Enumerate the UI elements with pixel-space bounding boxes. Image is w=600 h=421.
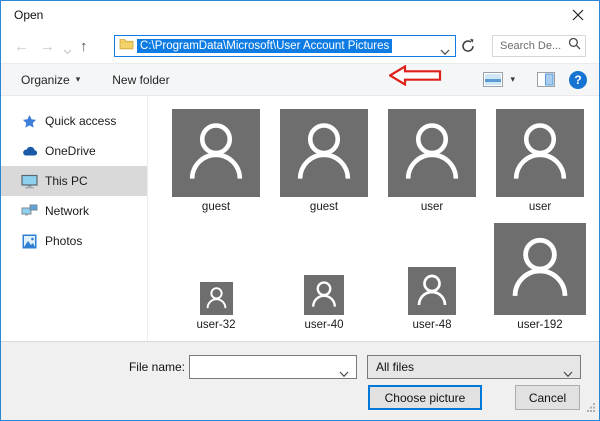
preview-pane-icon[interactable]	[537, 72, 555, 87]
up-icon[interactable]: ↑	[80, 39, 88, 54]
network-icon	[21, 204, 38, 218]
file-name-label: user-192	[517, 319, 562, 331]
file-item[interactable]: user-48	[378, 267, 486, 331]
file-item[interactable]: user-32	[162, 282, 270, 331]
recent-locations-chevron-icon[interactable]	[63, 42, 72, 60]
file-item[interactable]: user	[378, 109, 486, 213]
person-icon	[496, 109, 584, 197]
dialog-body: Quick access OneDrive This PC Network	[1, 96, 599, 341]
file-name-label: guest	[310, 201, 338, 213]
help-icon[interactable]: ?	[569, 71, 587, 89]
sidebar-item-photos[interactable]: Photos	[1, 226, 147, 256]
command-toolbar: Organize ▾ New folder ▾ ?	[1, 63, 599, 96]
file-name-label: user-32	[197, 319, 236, 331]
user-picture-tile	[496, 109, 584, 197]
file-type-chevron-icon[interactable]	[563, 365, 573, 383]
sidebar-item-label: This PC	[45, 174, 88, 188]
address-bar[interactable]: C:\ProgramData\Microsoft\User Account Pi…	[114, 35, 456, 57]
address-path: C:\ProgramData\Microsoft\User Account Pi…	[137, 39, 392, 53]
file-list: guest guest user	[148, 96, 599, 341]
file-name-label: user-40	[305, 319, 344, 331]
resize-grip[interactable]	[587, 399, 596, 417]
user-picture-tile	[408, 267, 456, 315]
file-item[interactable]: user-192	[486, 223, 594, 331]
onedrive-cloud-icon	[21, 145, 38, 157]
user-picture-tile	[304, 275, 344, 315]
person-icon	[388, 109, 476, 197]
organize-button[interactable]: Organize ▾	[21, 73, 80, 87]
person-icon	[172, 109, 260, 197]
window-title: Open	[14, 8, 43, 22]
sidebar-item-label: OneDrive	[45, 144, 96, 158]
close-icon[interactable]	[571, 8, 585, 22]
file-type-value: All files	[376, 360, 414, 374]
views-caret-icon[interactable]: ▾	[510, 74, 515, 85]
file-name-label: guest	[202, 201, 230, 213]
forward-icon[interactable]: →	[40, 39, 55, 54]
file-item[interactable]: guest	[162, 109, 270, 213]
sidebar-item-network[interactable]: Network	[1, 196, 147, 226]
new-folder-label: New folder	[112, 73, 169, 87]
person-icon	[280, 109, 368, 197]
file-name-chevron-icon[interactable]	[339, 365, 349, 383]
folder-icon	[119, 37, 134, 55]
choose-picture-button[interactable]: Choose picture	[368, 385, 482, 410]
sidebar-item-label: Network	[45, 204, 89, 218]
quick-access-star-icon	[21, 114, 38, 129]
user-picture-tile	[388, 109, 476, 197]
search-box[interactable]	[492, 35, 586, 57]
navigation-pane: Quick access OneDrive This PC Network	[1, 96, 148, 341]
annotation-arrow-icon	[389, 65, 442, 86]
sidebar-item-onedrive[interactable]: OneDrive	[1, 136, 147, 166]
organize-label: Organize	[21, 73, 70, 87]
views-thumbnail-icon[interactable]	[483, 72, 503, 87]
file-item[interactable]: guest	[270, 109, 378, 213]
back-icon[interactable]: ←	[14, 39, 29, 54]
search-input[interactable]	[500, 40, 568, 52]
sidebar-item-label: Photos	[45, 234, 82, 248]
person-icon	[494, 223, 586, 315]
cancel-button[interactable]: Cancel	[515, 385, 580, 410]
file-name-combo[interactable]	[189, 355, 357, 379]
person-icon	[408, 267, 456, 315]
user-picture-tile	[494, 223, 586, 315]
address-dropdown-chevron-icon[interactable]	[440, 43, 450, 61]
file-name-field-label: File name:	[128, 360, 185, 374]
file-item[interactable]: user	[486, 109, 594, 213]
file-type-select[interactable]: All files	[367, 355, 581, 379]
photos-icon	[21, 234, 38, 249]
dialog-footer: File name: All files Choose picture Canc…	[1, 341, 599, 420]
file-name-label: user	[421, 201, 443, 213]
file-name-label: user-48	[413, 319, 452, 331]
sidebar-item-this-pc[interactable]: This PC	[1, 166, 147, 196]
open-dialog: Open ← → ↑ C:\ProgramData\Microsoft\User…	[0, 0, 600, 421]
refresh-icon[interactable]	[460, 38, 478, 56]
user-picture-tile	[172, 109, 260, 197]
file-name-input[interactable]	[194, 360, 334, 374]
user-picture-tile	[280, 109, 368, 197]
navigation-bar: ← → ↑ C:\ProgramData\Microsoft\User Acco…	[1, 29, 599, 63]
title-bar: Open	[1, 1, 599, 29]
sidebar-item-label: Quick access	[45, 114, 116, 128]
person-icon	[304, 275, 344, 315]
user-picture-tile	[200, 282, 233, 315]
new-folder-button[interactable]: New folder	[112, 73, 169, 87]
sidebar-item-quick-access[interactable]: Quick access	[1, 106, 147, 136]
file-item[interactable]: user-40	[270, 275, 378, 331]
organize-caret-icon: ▾	[76, 74, 81, 85]
this-pc-icon	[21, 174, 38, 189]
search-icon[interactable]	[568, 37, 581, 55]
file-name-label: user	[529, 201, 551, 213]
person-icon	[200, 282, 233, 315]
